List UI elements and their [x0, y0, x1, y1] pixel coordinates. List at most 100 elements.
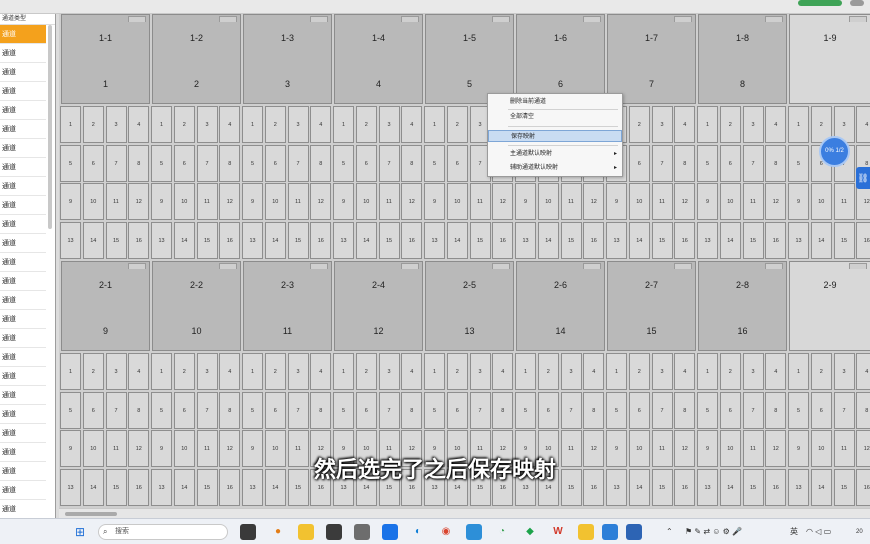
- channel-cell[interactable]: 7: [287, 144, 309, 182]
- channel-panel[interactable]: 1-5 5: [425, 14, 514, 104]
- app-icon-3[interactable]: [382, 524, 398, 540]
- context-menu-item[interactable]: 保存映射: [488, 130, 622, 142]
- channel-cell[interactable]: 16: [765, 221, 787, 259]
- channel-cell[interactable]: 10: [173, 183, 195, 220]
- channel-cell[interactable]: 16: [492, 221, 514, 259]
- channel-cell[interactable]: 12: [583, 183, 605, 220]
- channel-cell[interactable]: 6: [628, 144, 650, 182]
- tray-language[interactable]: 英: [790, 525, 798, 539]
- channel-cell[interactable]: 9: [333, 183, 354, 220]
- channel-cell[interactable]: 7: [651, 144, 673, 182]
- channel-cell[interactable]: 6: [810, 391, 832, 429]
- channel-cell[interactable]: 2: [82, 106, 104, 143]
- sidebar-item[interactable]: 通道: [0, 44, 46, 63]
- channel-cell[interactable]: 16: [674, 221, 696, 259]
- channel-cell[interactable]: 16: [128, 221, 150, 259]
- sidebar-item[interactable]: 通道: [0, 291, 46, 310]
- channel-cell[interactable]: 8: [674, 144, 696, 182]
- channel-cell[interactable]: 3: [287, 106, 309, 143]
- channel-panel[interactable]: 2-1 9: [61, 261, 150, 351]
- start-icon[interactable]: ⊞: [72, 524, 88, 540]
- channel-cell[interactable]: 1: [788, 106, 809, 143]
- channel-cell[interactable]: 3: [469, 353, 491, 390]
- channel-cell[interactable]: 8: [765, 391, 787, 429]
- channel-cell[interactable]: 2: [719, 353, 741, 390]
- sidebar-item[interactable]: 通道: [0, 215, 46, 234]
- channel-cell[interactable]: 13: [151, 221, 172, 259]
- sidebar-item[interactable]: 通道: [0, 348, 46, 367]
- channel-panel[interactable]: 1-6 6: [516, 14, 605, 104]
- channel-cell[interactable]: 7: [742, 391, 764, 429]
- channel-cell[interactable]: 14: [810, 221, 832, 259]
- channel-cell[interactable]: 16: [219, 221, 241, 259]
- sidebar-item[interactable]: 通道: [0, 101, 46, 120]
- channel-panel[interactable]: 2-6 14: [516, 261, 605, 351]
- sidebar-item[interactable]: 通道: [0, 272, 46, 291]
- channel-cell[interactable]: 8: [583, 391, 605, 429]
- sidebar-item[interactable]: 通道: [0, 82, 46, 101]
- channel-cell[interactable]: 4: [128, 106, 150, 143]
- context-menu-item[interactable]: 主通道默认映射 ▸: [488, 148, 622, 160]
- channel-cell[interactable]: 12: [674, 183, 696, 220]
- channel-panel[interactable]: 1-9: [789, 14, 870, 104]
- channel-panel[interactable]: 1-4 4: [334, 14, 423, 104]
- sidebar-item[interactable]: 通道: [0, 310, 46, 329]
- channel-cell[interactable]: 11: [105, 183, 127, 220]
- channel-cell[interactable]: 1: [60, 106, 81, 143]
- channel-cell[interactable]: 8: [401, 144, 423, 182]
- channel-cell[interactable]: 1: [424, 353, 445, 390]
- channel-cell[interactable]: 10: [537, 183, 559, 220]
- sidebar-item[interactable]: 通道: [0, 25, 46, 44]
- channel-cell[interactable]: 9: [788, 183, 809, 220]
- channel-cell[interactable]: 5: [697, 391, 718, 429]
- sidebar-item[interactable]: 通道: [0, 367, 46, 386]
- channel-cell[interactable]: 13: [60, 221, 81, 259]
- channel-cell[interactable]: 9: [60, 183, 81, 220]
- channel-cell[interactable]: 4: [401, 353, 423, 390]
- channel-cell[interactable]: 2: [537, 353, 559, 390]
- channel-cell[interactable]: 6: [173, 144, 195, 182]
- channel-cell[interactable]: 12: [765, 183, 787, 220]
- channel-panel[interactable]: 1-2 2: [152, 14, 241, 104]
- channel-cell[interactable]: 2: [628, 106, 650, 143]
- edge-icon[interactable]: ◐: [410, 524, 426, 540]
- channel-cell[interactable]: 16: [401, 221, 423, 259]
- channel-cell[interactable]: 3: [378, 106, 400, 143]
- channel-cell[interactable]: 11: [651, 183, 673, 220]
- channel-cell[interactable]: 12: [492, 183, 514, 220]
- channel-cell[interactable]: 15: [469, 221, 491, 259]
- channel-cell[interactable]: 14: [173, 221, 195, 259]
- sidebar-item[interactable]: 通道: [0, 500, 46, 518]
- channel-cell[interactable]: 7: [469, 391, 491, 429]
- sidebar-item[interactable]: 通道: [0, 424, 46, 443]
- channel-cell[interactable]: 16: [583, 221, 605, 259]
- search-app-icon[interactable]: ●: [270, 524, 286, 540]
- channel-cell[interactable]: 2: [173, 106, 195, 143]
- channel-cell[interactable]: 2: [173, 353, 195, 390]
- app-icon[interactable]: [326, 524, 342, 540]
- channel-cell[interactable]: 1: [333, 353, 354, 390]
- channel-cell[interactable]: 14: [355, 221, 377, 259]
- channel-cell[interactable]: 5: [606, 391, 627, 429]
- channel-cell[interactable]: 16: [856, 221, 870, 259]
- channel-cell[interactable]: 14: [719, 221, 741, 259]
- channel-cell[interactable]: 7: [105, 144, 127, 182]
- channel-cell[interactable]: 14: [264, 221, 286, 259]
- sidebar-item[interactable]: 通道: [0, 253, 46, 272]
- channel-cell[interactable]: 7: [105, 391, 127, 429]
- channel-cell[interactable]: 5: [788, 144, 809, 182]
- window-control[interactable]: [850, 0, 864, 6]
- channel-cell[interactable]: 14: [446, 221, 468, 259]
- channel-cell[interactable]: 4: [856, 353, 870, 390]
- channel-cell[interactable]: 8: [492, 391, 514, 429]
- sidebar-item[interactable]: 通道: [0, 63, 46, 82]
- channel-cell[interactable]: 3: [287, 353, 309, 390]
- channel-cell[interactable]: 1: [333, 106, 354, 143]
- channel-panel[interactable]: 1-1 1: [61, 14, 150, 104]
- channel-cell[interactable]: 6: [355, 144, 377, 182]
- channel-panel[interactable]: 1-8 8: [698, 14, 787, 104]
- channel-cell[interactable]: 2: [264, 353, 286, 390]
- channel-cell[interactable]: 2: [719, 106, 741, 143]
- channel-cell[interactable]: 4: [401, 106, 423, 143]
- channel-cell[interactable]: 1: [424, 106, 445, 143]
